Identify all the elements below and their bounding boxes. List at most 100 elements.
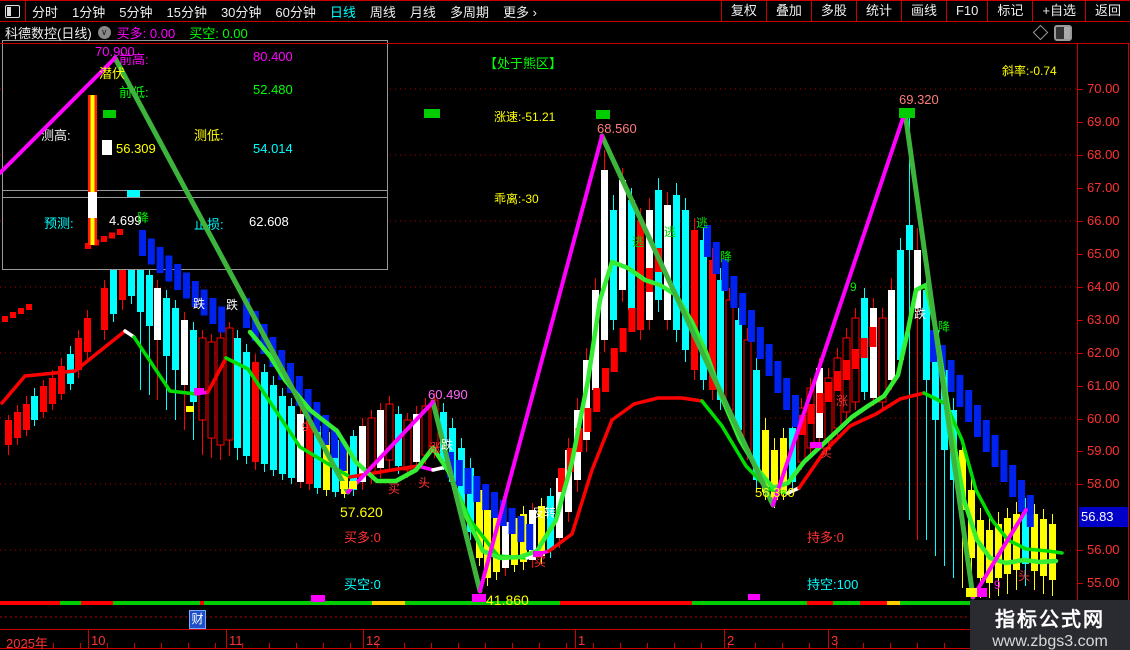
chart-annotation: 逃 <box>664 225 676 239</box>
date-minor-ticks <box>0 643 1130 648</box>
watermark-url: www.zbgs3.com <box>992 633 1108 650</box>
highlight-bar-white <box>88 192 97 218</box>
chart-annotation: 逃 <box>632 235 644 249</box>
price-axis-label: 61.00 <box>1087 378 1120 393</box>
price-axis-tick <box>1078 287 1083 288</box>
ladder-bar <box>156 247 164 273</box>
toolbar-button[interactable]: 统计 <box>855 0 901 22</box>
chart-annotation: 持空:100 <box>807 577 858 592</box>
zigzag-up-leg <box>771 110 907 507</box>
price-axis: 70.00 69.00 68.00 67.00 66.00 65.00 64.00 63.00… <box>1077 44 1129 648</box>
period-tab[interactable]: 5分钟 <box>119 2 152 21</box>
chart-annotation: 逃 <box>696 216 708 230</box>
price-axis-tick <box>1078 155 1083 156</box>
period-tab[interactable]: 月线 <box>410 2 436 21</box>
magenta-marker <box>194 388 204 393</box>
chart-overlay: 70.900 潜伏 【处于熊区】 斜率:-0.74 涨速:-51.21 乖离:-30 68.… <box>0 44 1057 608</box>
toolbar-button[interactable]: 标记 <box>987 0 1032 22</box>
chart-annotation: 9 <box>302 420 309 434</box>
date-axis: 2025年 10 11 12 1 2 3 <box>0 629 1130 650</box>
symbol-title: 科德数控(日线) <box>5 26 92 41</box>
chart-annotation: 斜率:-0.74 <box>1002 63 1057 78</box>
date-axis-separator <box>226 630 227 649</box>
window-split-icon[interactable] <box>5 4 20 18</box>
price-axis-tick <box>1078 583 1083 584</box>
price-axis-tick <box>1078 419 1083 420</box>
price-axis-label: 59.00 <box>1087 443 1120 458</box>
date-axis-separator <box>363 630 364 649</box>
chart-annotation: 69.320 <box>899 92 939 107</box>
ladder-bar <box>139 230 146 256</box>
period-tab[interactable]: 更多 › <box>503 2 537 21</box>
toolbar-button[interactable]: 叠加 <box>765 0 811 22</box>
chart-annotation: 持多:0 <box>807 530 844 545</box>
chart-annotation: 涨 <box>836 393 848 408</box>
toolbar-button[interactable]: F10 <box>945 0 987 22</box>
period-tab[interactable]: 1分钟 <box>72 2 105 21</box>
toolbar-button[interactable]: 复权 <box>720 0 766 22</box>
date-axis-separator <box>88 630 89 649</box>
date-axis-label: 3 <box>831 633 839 648</box>
yellow-marker <box>186 406 194 412</box>
chart-annotation: 60.490 <box>428 387 468 402</box>
price-axis-tick <box>1078 550 1083 551</box>
period-tab[interactable]: 15分钟 <box>166 2 206 21</box>
toolbar-button[interactable]: +自选 <box>1032 0 1085 22</box>
zigzag-up-leg <box>0 56 117 175</box>
price-axis-label: 66.00 <box>1087 213 1120 228</box>
split-window-icon[interactable] <box>1054 24 1072 41</box>
green-marker <box>424 109 440 118</box>
watermark-title: 指标公式网 <box>995 609 1105 631</box>
toolbar-button[interactable]: 返回 <box>1084 0 1130 22</box>
period-tab[interactable]: 60分钟 <box>275 2 315 21</box>
ladder-bar <box>174 264 182 290</box>
magenta-marker <box>977 588 987 597</box>
period-tab[interactable]: 30分钟 <box>221 2 261 21</box>
chart-annotation: 涨 <box>429 440 441 455</box>
date-axis-label: 2025年 <box>6 636 48 650</box>
title-bar: 科德数控(日线) ∨ 买多: 0.00 买空: 0.00 <box>0 22 1130 44</box>
chart-annotation: 跌 <box>914 306 926 321</box>
ladder-bar <box>101 236 107 242</box>
chevron-down-icon[interactable]: ∨ <box>97 26 111 39</box>
green-marker <box>899 108 915 118</box>
price-axis-label: 58.00 <box>1087 476 1120 491</box>
zigzag-down-leg <box>902 109 976 600</box>
price-axis-tick <box>1078 353 1083 354</box>
indicator-field: 买多: 0.00 <box>116 26 176 41</box>
toolbar-button[interactable]: 多股 <box>810 0 856 22</box>
chart-annotation: 9 <box>994 578 1001 592</box>
magenta-marker <box>748 594 760 600</box>
price-axis-label: 65.00 <box>1087 246 1120 261</box>
price-axis-label: 56.00 <box>1087 542 1120 557</box>
date-axis-separator <box>575 630 576 649</box>
highlight-bar-stripe <box>94 95 97 245</box>
price-axis-tick <box>1078 320 1083 321</box>
diamond-icon[interactable] <box>1032 24 1049 41</box>
period-tab[interactable]: 日线 <box>330 2 356 21</box>
chart-annotation: 买 <box>820 446 832 460</box>
toolbar-button[interactable]: 画线 <box>900 0 946 22</box>
watermark: 指标公式网 www.zbgs3.com <box>970 600 1130 650</box>
ladder-bar <box>209 298 217 324</box>
chart-annotation: 降 <box>720 250 732 264</box>
chart-annotation: 降 <box>137 211 149 225</box>
chart-annotation: 潜伏 <box>99 66 125 81</box>
price-axis-tick <box>1078 221 1083 222</box>
period-tab[interactable]: 分时 <box>32 2 58 21</box>
period-toolbar: 分时 1分钟 5分钟 15分钟 30分钟 60分钟 日线 周线 月线 多周期 更多 › 复权 叠加 多股… <box>0 0 1130 22</box>
period-tab[interactable]: 多周期 <box>450 2 489 21</box>
magenta-marker <box>311 595 325 602</box>
date-axis-separator <box>724 630 725 649</box>
indicator-field: 买空: 0.00 <box>189 26 248 41</box>
zigzag-down-leg <box>112 55 351 495</box>
finance-report-badge: 财 <box>189 610 206 629</box>
period-tab[interactable]: 周线 <box>370 2 396 21</box>
price-axis-tick <box>1078 484 1083 485</box>
date-axis-separator <box>828 630 829 649</box>
price-axis-label: 55.00 <box>1087 575 1120 590</box>
chart-annotation: 56.360 <box>755 485 795 500</box>
price-axis-label: 60.00 <box>1087 411 1120 426</box>
toolbar-buttons: 复权 叠加 多股 统计 画线 F10 标记 +自选 返回 <box>720 0 1130 22</box>
chart-annotation: 57.620 <box>340 504 383 520</box>
